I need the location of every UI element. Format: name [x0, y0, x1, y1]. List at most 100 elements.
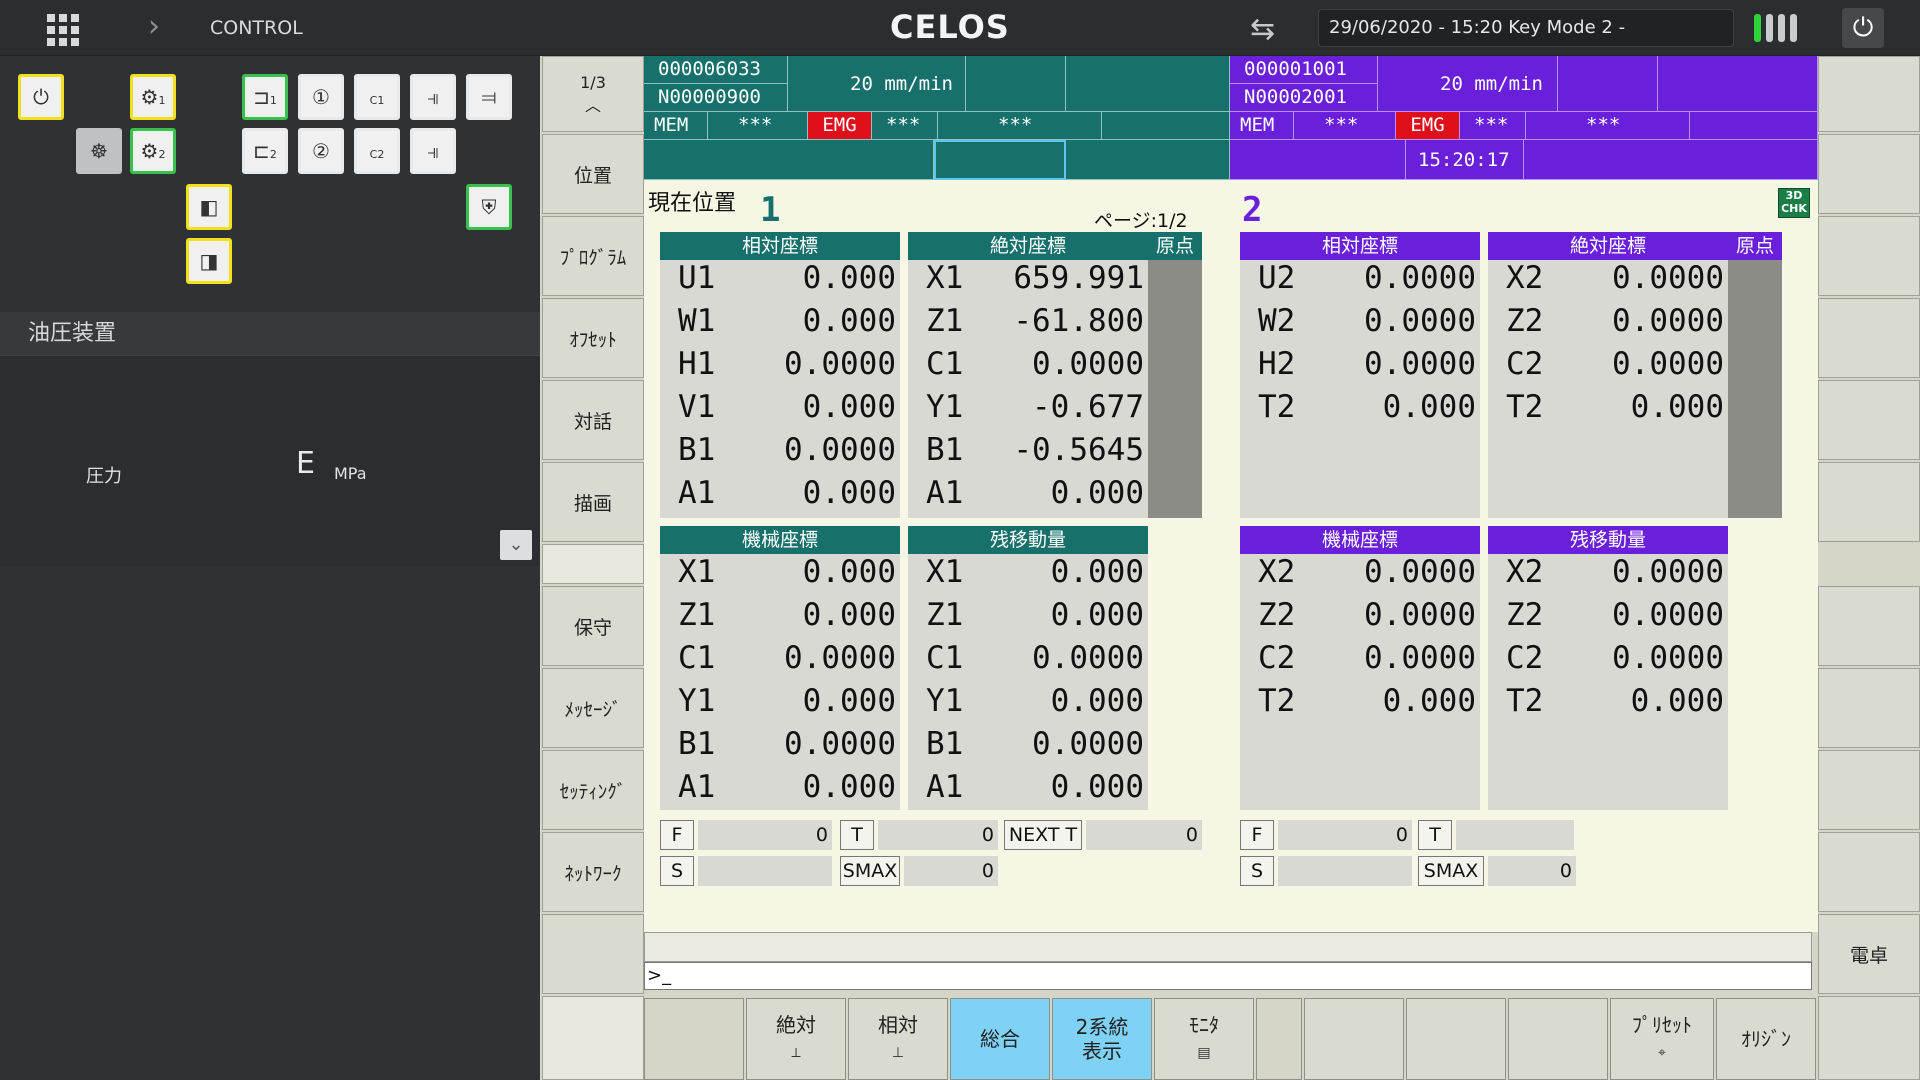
power-button-icon[interactable]: ⏻ [18, 74, 64, 120]
axis-row: C2 0.0000 [1488, 346, 1728, 389]
axis-value: 0.0000 [1032, 640, 1144, 676]
mill-spindle1-icon[interactable]: ① [298, 74, 344, 120]
key-message[interactable]: ﾒｯｾｰｼﾞ [542, 668, 644, 748]
tool-c1-icon[interactable]: C1 [354, 74, 400, 120]
key-input-line[interactable]: >_ [644, 962, 1812, 990]
right-key-1[interactable] [1818, 56, 1920, 132]
power-icon[interactable]: ⏻ [1842, 8, 1884, 48]
softkey-empty[interactable] [1304, 998, 1404, 1080]
t-label: T [1418, 820, 1452, 850]
key-network[interactable]: ﾈｯﾄﾜｰｸ [542, 832, 644, 912]
status-field: *** [1460, 112, 1526, 140]
s-value [1278, 856, 1412, 886]
mill1-label: ① [312, 85, 330, 109]
page-indicator: ページ:1/2 [1094, 210, 1188, 232]
system2-status: 000001001 N00002001 20 mm/min MEM *** EM… [1230, 56, 1818, 180]
page-indicator: 1/3 [580, 72, 606, 92]
status-empty [1066, 56, 1230, 112]
right-key-10[interactable] [1818, 832, 1920, 912]
key-draw[interactable]: 描画 [542, 462, 644, 542]
axis-row: B1 0.0000 [660, 726, 900, 769]
axis-row: Z2 0.0000 [1488, 597, 1728, 640]
right-key-7[interactable] [1818, 586, 1920, 666]
door-close-icon[interactable]: ◧ [186, 184, 232, 230]
status-empty [934, 140, 1066, 180]
chevron-up-icon: ︿ [584, 95, 601, 115]
chevron-down-icon[interactable]: ⌄ [500, 530, 532, 560]
mill2-label: ② [312, 139, 330, 163]
status-empty [1658, 56, 1818, 112]
key-setting[interactable]: ｾｯﾃｨﾝｸﾞ [542, 750, 644, 830]
header-remaining: 残移動量 [1488, 526, 1728, 554]
right-key-6[interactable] [1818, 462, 1920, 542]
3d-check-icon[interactable]: 3D CHK [1778, 188, 1810, 218]
remaining-panel: X2 0.0000 Z2 0.0000 C2 0.0000 T2 0.000 [1488, 554, 1728, 810]
status-empty [1558, 56, 1658, 112]
axis-row: Z1 0.000 [660, 597, 900, 640]
breadcrumb[interactable]: CONTROL [210, 17, 303, 39]
softkey-gap [1256, 998, 1302, 1080]
steady-rest-icon[interactable]: ⫤ [466, 74, 512, 120]
axis-value: 0.000 [802, 260, 896, 296]
right-key-12[interactable] [1818, 996, 1920, 1080]
key-offset[interactable]: ｵﾌｾｯﾄ [542, 298, 644, 378]
softkey-monitor[interactable]: ﾓﾆﾀ ▤ [1154, 998, 1254, 1080]
softkey-absolute[interactable]: 絶対 ⟂ [746, 998, 846, 1080]
axis-name: X1 [926, 260, 964, 296]
axis-row: B1 0.0000 [908, 726, 1148, 769]
remaining-panel: X1 0.000 Z1 0.000 C1 0.0000 Y1 0.000 B1 0.0000 A1 0… [908, 554, 1148, 810]
s-label: S [660, 856, 694, 886]
key-maintenance[interactable]: 保守 [542, 586, 644, 666]
key-position[interactable]: 位置 [542, 134, 644, 214]
mill-spindle2-icon[interactable]: ② [298, 128, 344, 174]
spindle2-gear-icon[interactable]: ⚙2 [130, 128, 176, 174]
axis-row: X2 0.0000 [1488, 260, 1728, 303]
smax-value: 0 [904, 856, 998, 886]
axis-value: -0.677 [1032, 389, 1144, 425]
door-open-icon[interactable]: ◨ [186, 238, 232, 284]
axis-name: C1 [926, 346, 964, 382]
page-key[interactable]: 1/3 ︿ [542, 56, 644, 132]
axis-row: X1 659.991 [908, 260, 1148, 303]
axis-value: 0.0000 [1364, 346, 1476, 382]
key-dialog[interactable]: 対話 [542, 380, 644, 460]
softkey-overall[interactable]: 総合 [950, 998, 1050, 1080]
right-key-4[interactable] [1818, 298, 1920, 378]
chuck2-icon[interactable]: ⊏2 [242, 128, 288, 174]
softkey-origin[interactable]: ｵﾘｼﾞﾝ [1716, 998, 1816, 1080]
axis-name: Z1 [926, 303, 964, 339]
softkey-blank[interactable] [644, 998, 744, 1080]
right-key-2[interactable] [1818, 134, 1920, 214]
tool-c2-icon[interactable]: C2 [354, 128, 400, 174]
softkey-label: ﾓﾆﾀ [1189, 1013, 1219, 1037]
emg-indicator: EMG [1396, 112, 1460, 140]
softkey-dual-system[interactable]: 2系統 表示 [1052, 998, 1152, 1080]
t-label: T [840, 820, 874, 850]
calculator-key[interactable]: 電卓 [1818, 914, 1920, 994]
softkey-relative[interactable]: 相対 ⊥ [848, 998, 948, 1080]
axis-name: X2 [1258, 554, 1296, 590]
clamp-icon[interactable]: ⫣ [410, 128, 456, 174]
chuck1-icon[interactable]: ⊐1 [242, 74, 288, 120]
swap-arrows-icon[interactable]: ⇆ [1250, 12, 1275, 47]
right-key-9[interactable] [1818, 750, 1920, 830]
right-key-8[interactable] [1818, 668, 1920, 748]
right-key-3[interactable] [1818, 216, 1920, 296]
right-key-5[interactable] [1818, 380, 1920, 460]
softkey-empty[interactable] [1508, 998, 1608, 1080]
spindle1-gear-icon[interactable]: ⚙1 [130, 74, 176, 120]
softkey-empty[interactable] [1406, 998, 1506, 1080]
top-bar: › CONTROL CELOS ⇆ 29/06/2020 - 15:20 Key… [0, 0, 1920, 74]
app-grid-icon[interactable] [47, 14, 79, 46]
axis-value: 0.0000 [1612, 303, 1724, 339]
axis-name: X2 [1506, 260, 1544, 296]
safety-shield-icon[interactable]: ⛨ [466, 184, 512, 230]
f-label: F [1240, 820, 1274, 850]
steering-wheel-icon[interactable]: ☸ [76, 128, 122, 174]
softkey-preset[interactable]: ﾌﾟﾘｾｯﾄ ⌖ [1610, 998, 1714, 1080]
key-empty-bottom[interactable] [542, 914, 644, 994]
key-program[interactable]: ﾌﾟﾛｸﾞﾗﾑ [542, 216, 644, 296]
axis-row: X1 0.000 [660, 554, 900, 597]
softkey-label: 絶対 [776, 1013, 816, 1037]
tailstock-icon[interactable]: ⫣ [410, 74, 456, 120]
